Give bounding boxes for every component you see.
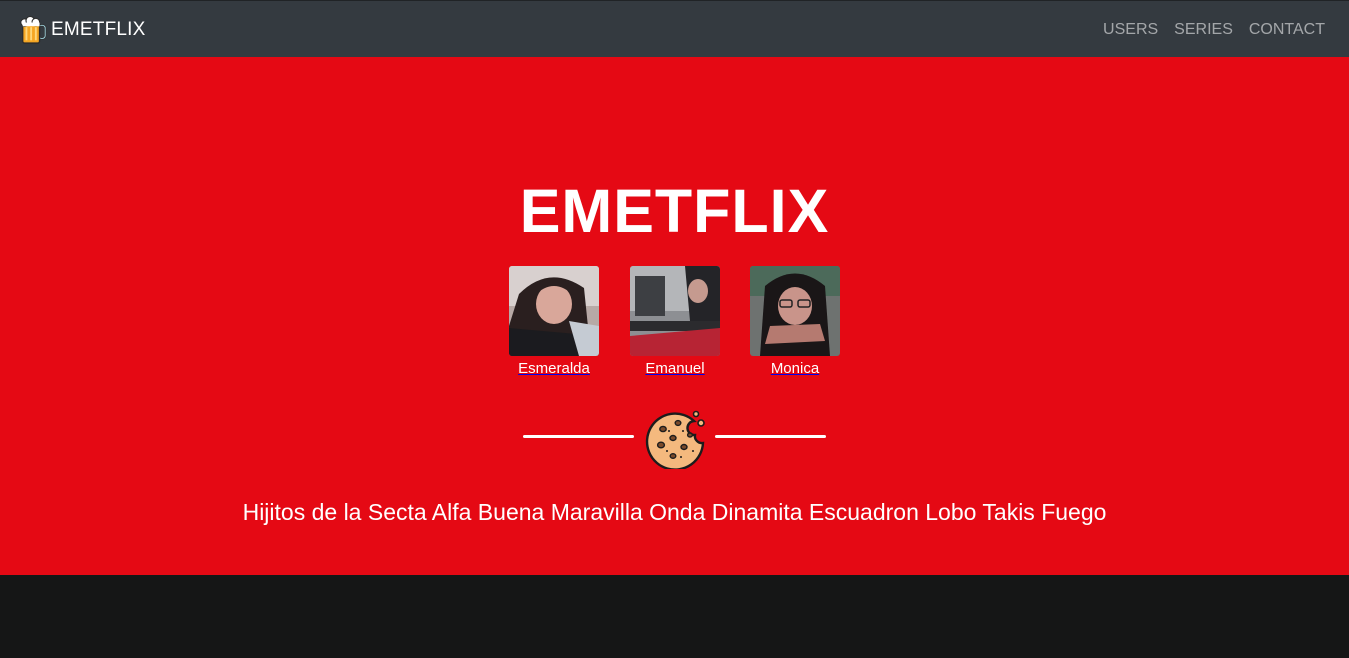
- brand-link[interactable]: EMETFLIX: [18, 14, 146, 46]
- nav-link-users[interactable]: USERS: [1103, 19, 1158, 41]
- profile-name: Emanuel: [645, 360, 705, 377]
- profile-emanuel[interactable]: Emanuel: [630, 266, 720, 378]
- avatar-photo: [750, 266, 840, 356]
- avatar-photo: [630, 266, 720, 356]
- cookie-icon: [645, 410, 705, 469]
- cookie-divider: [0, 405, 1349, 469]
- brand-name: EMETFLIX: [51, 19, 146, 40]
- hero-tagline: Hijitos de la Secta Alfa Buena Maravilla…: [242, 499, 1107, 525]
- nav-links: USERS SERIES CONTACT: [1103, 19, 1325, 41]
- profile-monica[interactable]: Monica: [750, 266, 840, 378]
- profile-name: Esmeralda: [518, 360, 590, 377]
- hero-section: EMETFLIX Esmeralda Emanuel Monica Hijito…: [0, 57, 1349, 575]
- divider-line-left: [523, 435, 634, 438]
- hero-title: EMETFLIX: [519, 177, 830, 245]
- top-navbar: EMETFLIX USERS SERIES CONTACT: [0, 0, 1349, 57]
- footer: [0, 575, 1349, 658]
- divider-line-right: [715, 435, 826, 438]
- avatar-photo: [509, 266, 599, 356]
- profile-list: Esmeralda Emanuel Monica: [0, 266, 1349, 381]
- profile-name: Monica: [770, 360, 820, 377]
- nav-link-contact[interactable]: CONTACT: [1249, 19, 1325, 41]
- beer-mug-icon: [20, 15, 47, 44]
- profile-esmeralda[interactable]: Esmeralda: [509, 266, 599, 378]
- nav-link-series[interactable]: SERIES: [1174, 19, 1233, 41]
